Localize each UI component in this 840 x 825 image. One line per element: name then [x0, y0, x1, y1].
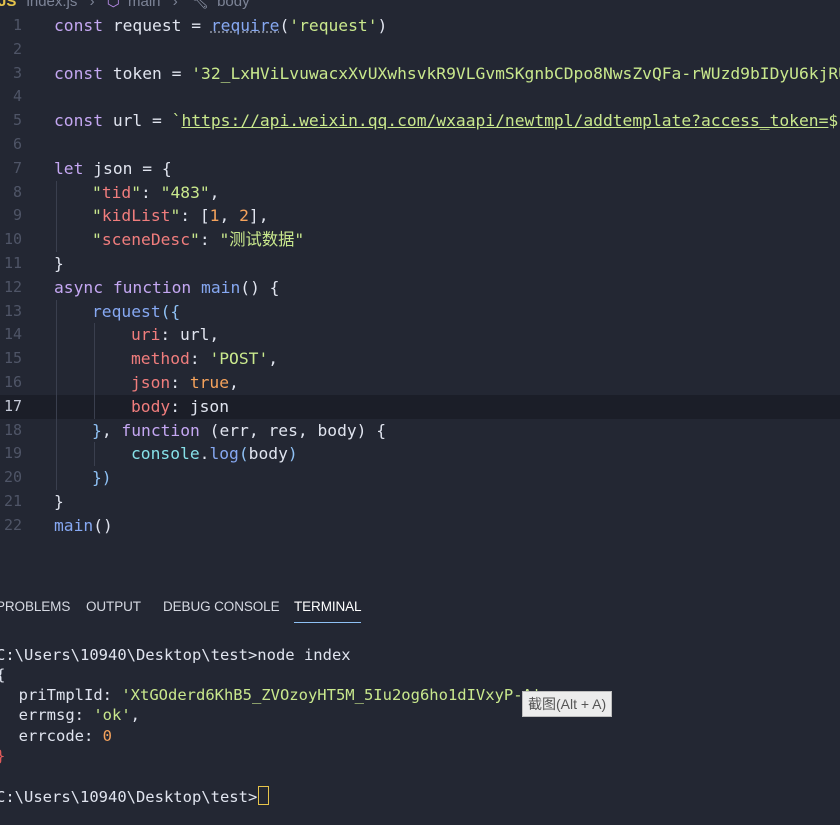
code-line[interactable]: 2	[0, 38, 840, 62]
code-line[interactable]: 18}, function (err, res, body) {	[0, 418, 840, 443]
indent-guide	[56, 370, 57, 395]
line-number: 2	[12, 39, 22, 58]
url-link[interactable]: https://api.weixin.qq.com/wxaapi/newtmpl…	[181, 111, 828, 130]
code-line[interactable]: 5 const url = `https://api.weixin.qq.com/…	[0, 109, 840, 133]
code-line[interactable]: 20})	[0, 466, 840, 490]
code-line[interactable]: 16 json: true,	[0, 370, 840, 395]
terminal-line: }	[0, 747, 5, 765]
line-number: 8	[12, 182, 22, 201]
code-line[interactable]: 8 "tid": "483",	[0, 180, 840, 205]
indent-guide	[56, 347, 57, 371]
code-line[interactable]: 12 async function main() {	[0, 276, 840, 300]
indent-guide	[56, 323, 57, 348]
breadcrumb-separator: ›	[89, 0, 95, 10]
terminal-prompt[interactable]: C:\Users\10940\Desktop\test>	[0, 786, 270, 806]
code-line[interactable]: 7 let json = {	[0, 157, 840, 181]
line-number: 14	[3, 325, 22, 344]
code-line[interactable]: 9 "kidList": [1, 2],	[0, 204, 840, 229]
terminal-line: priTmplId: 'XtGOderd6KhB5_ZVOzoyHT5M_5Iu…	[0, 686, 551, 704]
breadcrumb-separator: ›	[172, 0, 178, 10]
line-number: 17	[3, 396, 22, 415]
line-number: 3	[12, 63, 22, 82]
code-line-current[interactable]: 17 body: json	[0, 394, 840, 419]
code-line[interactable]: 22 main()	[0, 514, 840, 538]
line-number: 15	[3, 349, 22, 368]
line-number: 7	[12, 158, 22, 177]
code-line[interactable]: 11}	[0, 252, 840, 276]
line-number: 21	[3, 491, 22, 510]
line-number: 19	[3, 444, 22, 463]
breadcrumb-symbol-body[interactable]: body	[217, 0, 250, 10]
line-number: 4	[12, 87, 22, 106]
code-line[interactable]: 1 const request = require('request')	[0, 14, 840, 38]
screenshot-tooltip: 截图(Alt + A)	[522, 691, 613, 717]
code-line[interactable]: 10 "sceneDesc": "测试数据"	[0, 228, 840, 252]
indent-guide	[56, 418, 57, 443]
indent-guide	[56, 228, 57, 252]
code-line[interactable]: 13 request({	[0, 299, 840, 324]
tab-debug-console[interactable]: DEBUG CONSOLE	[163, 599, 280, 614]
line-number: 22	[3, 515, 22, 534]
terminal-line: {	[0, 666, 5, 684]
line-number: 18	[3, 420, 22, 439]
line-number: 12	[3, 277, 22, 296]
breadcrumb-file[interactable]: index.js	[27, 0, 78, 10]
code-line[interactable]: 21}	[0, 490, 840, 514]
indent-guide	[94, 323, 95, 348]
breadcrumb: JS index.js › ⬡ main › 🔧︎ body	[0, 0, 840, 10]
line-number: 20	[3, 468, 22, 487]
js-file-icon: JS	[0, 0, 17, 10]
code-line[interactable]: 6	[0, 133, 840, 157]
line-number: 6	[12, 134, 22, 153]
line-number: 16	[3, 372, 22, 391]
terminal-line: errmsg: 'ok',	[0, 706, 140, 724]
panel-tabs: PROBLEMS OUTPUT DEBUG CONSOLE TERMINAL	[0, 596, 840, 624]
code-line[interactable]: 3 const token = '32_LxHViLvuwacxXvUXwhsvk…	[0, 62, 840, 86]
terminal-line: C:\Users\10940\Desktop\test>node index	[0, 646, 351, 664]
indent-guide	[56, 299, 57, 324]
indent-guide	[56, 442, 57, 467]
indent-guide	[56, 394, 57, 419]
terminal-line: errcode: 0	[0, 727, 112, 745]
breadcrumb-symbol-main[interactable]: main	[128, 0, 161, 10]
indent-guide	[94, 370, 95, 395]
indent-guide	[56, 180, 57, 205]
indent-guide	[56, 466, 57, 490]
indent-guide	[94, 394, 95, 419]
code-editor[interactable]: 1 const request = require('request') 2 3c…	[0, 14, 840, 554]
indent-guide	[94, 442, 95, 467]
line-number: 5	[12, 111, 22, 130]
line-number: 9	[12, 206, 22, 225]
tab-terminal[interactable]: TERMINAL	[294, 599, 362, 623]
line-number: 11	[3, 253, 22, 272]
indent-guide	[94, 347, 95, 371]
indent-guide	[56, 204, 57, 229]
code-line[interactable]: 15 method: 'POST',	[0, 347, 840, 371]
code-line[interactable]: 14 uri: url,	[0, 323, 840, 348]
terminal-cursor	[258, 786, 270, 805]
line-number: 1	[12, 16, 22, 34]
code-line[interactable]: 4	[0, 85, 840, 109]
line-number: 10	[3, 230, 22, 249]
property-symbol-icon: 🔧︎	[189, 0, 209, 11]
tab-problems[interactable]: PROBLEMS	[0, 599, 70, 614]
code-line[interactable]: 19 console.log(body)	[0, 442, 840, 467]
function-symbol-icon: ⬡	[106, 0, 120, 11]
line-number: 13	[3, 301, 22, 320]
tab-output[interactable]: OUTPUT	[86, 599, 141, 614]
